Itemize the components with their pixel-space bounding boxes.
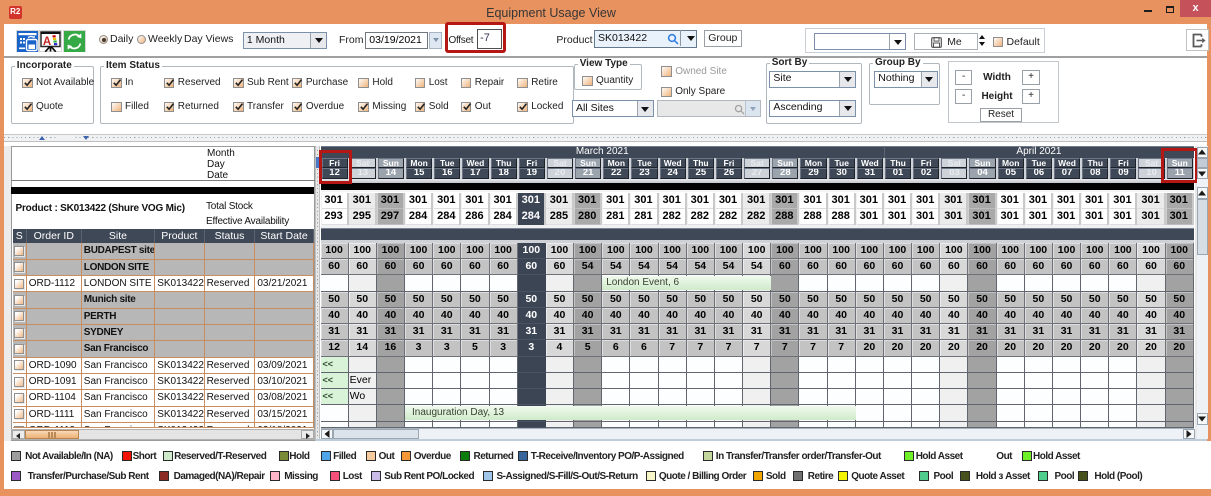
svg-text:A: A xyxy=(43,35,51,47)
